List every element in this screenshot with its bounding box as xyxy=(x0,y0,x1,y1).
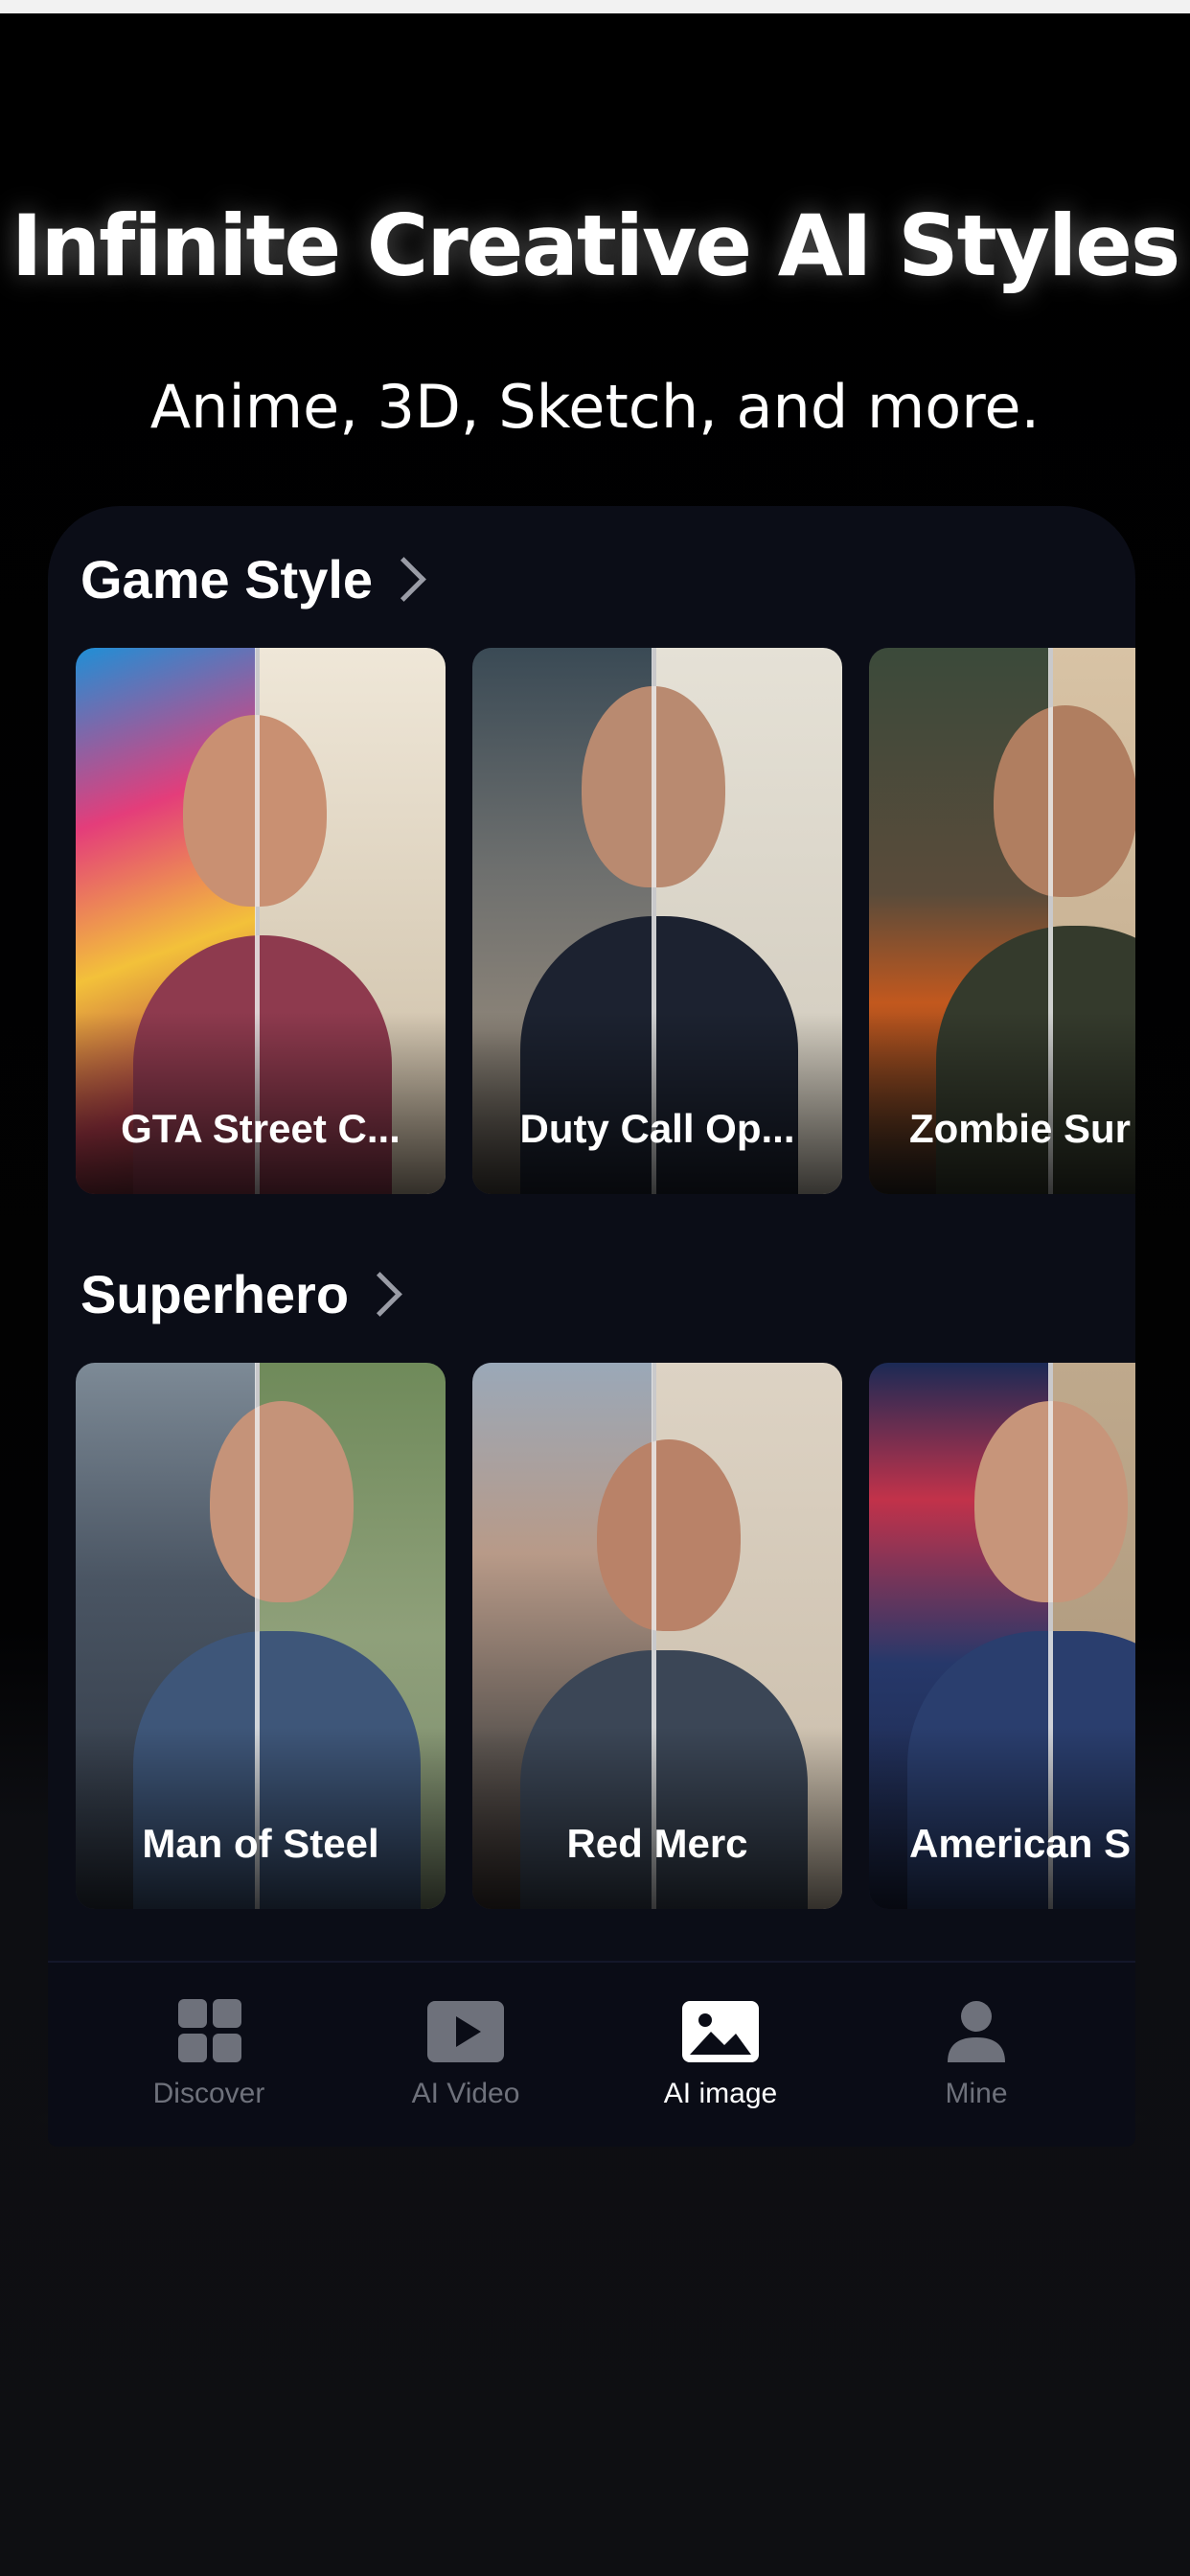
section-title: Superhero xyxy=(80,1264,350,1324)
card-shade xyxy=(869,1727,1135,1909)
tab-label: AI Video xyxy=(411,2078,520,2109)
style-card-red-merc[interactable]: Red Merc xyxy=(472,1363,842,1909)
style-row-superhero[interactable]: Man of Steel Red Merc American S xyxy=(76,1363,1135,1909)
card-shade xyxy=(472,1727,842,1909)
style-card-label: Duty Call Op... xyxy=(519,1106,795,1151)
chevron-right-icon xyxy=(357,1272,402,1317)
tab-ai-video[interactable]: AI Video xyxy=(351,1963,581,2147)
promo-headline: Infinite Creative AI Styles xyxy=(11,196,1181,295)
section-header-superhero[interactable]: Superhero xyxy=(80,1263,402,1325)
card-shade xyxy=(76,1727,446,1909)
promo-subline: Anime, 3D, Sketch, and more. xyxy=(149,372,1041,442)
style-card-american[interactable]: American S xyxy=(869,1363,1135,1909)
person-icon xyxy=(948,2001,1005,2062)
style-card-label: Man of Steel xyxy=(142,1821,379,1866)
portrait-face xyxy=(210,1401,354,1602)
card-shade xyxy=(76,1012,446,1194)
promo-screen: Infinite Creative AI Styles Anime, 3D, S… xyxy=(0,0,1190,2576)
section-title: Game Style xyxy=(80,549,374,610)
chevron-right-icon xyxy=(381,557,426,602)
tab-discover[interactable]: Discover xyxy=(94,1963,324,2147)
style-card-man-of-steel[interactable]: Man of Steel xyxy=(76,1363,446,1909)
tab-ai-image[interactable]: AI image xyxy=(606,1963,835,2147)
section-header-game-style[interactable]: Game Style xyxy=(80,548,426,610)
portrait-face xyxy=(994,705,1135,897)
style-card-label: Red Merc xyxy=(566,1821,748,1866)
style-card-duty-call[interactable]: Duty Call Op... xyxy=(472,648,842,1194)
style-card-label: GTA Street C... xyxy=(121,1106,400,1151)
style-row-game[interactable]: GTA Street C... Duty Call Op... Zombie S… xyxy=(76,648,1135,1194)
status-strip xyxy=(0,0,1190,13)
image-icon xyxy=(682,2001,759,2062)
tab-label: Discover xyxy=(152,2078,265,2109)
portrait-face xyxy=(597,1439,741,1631)
grid-icon xyxy=(178,1999,241,2062)
style-card-label: American S xyxy=(909,1821,1132,1866)
style-card-zombie[interactable]: Zombie Sur xyxy=(869,648,1135,1194)
bottom-tab-bar: Discover AI Video AI image Mine xyxy=(48,1961,1135,2147)
tab-label: AI image xyxy=(663,2078,778,2109)
style-card-gta[interactable]: GTA Street C... xyxy=(76,648,446,1194)
tab-mine[interactable]: Mine xyxy=(861,1963,1091,2147)
app-preview: Game Style GTA Street C... Duty Call Op.… xyxy=(48,506,1135,2147)
card-shade xyxy=(869,1012,1135,1194)
tab-label: Mine xyxy=(945,2078,1008,2109)
style-card-label: Zombie Sur xyxy=(909,1106,1132,1151)
play-icon xyxy=(427,2001,504,2062)
card-shade xyxy=(472,1012,842,1194)
